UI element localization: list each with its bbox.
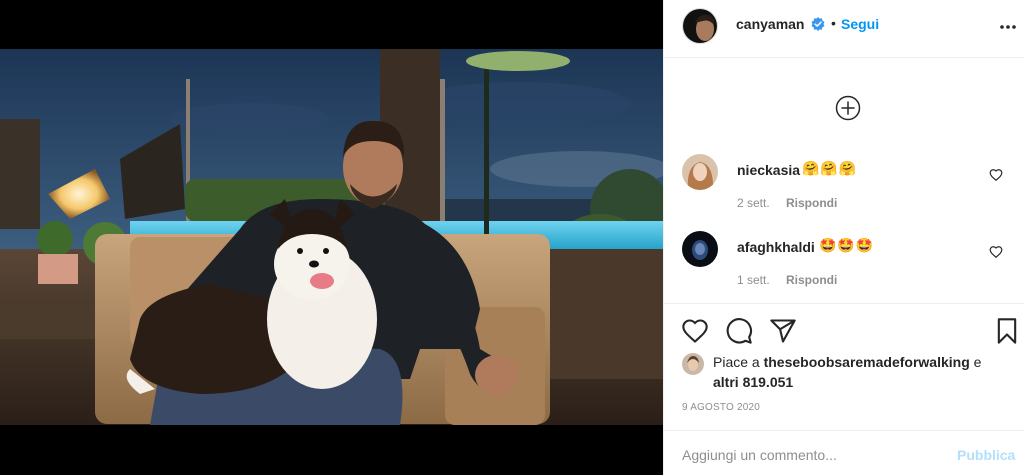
add-comment-bar: Pubblica: [664, 430, 1024, 475]
comment-item: afaghkhaldi 🤩🤩🤩 1 sett. Rispondi: [664, 231, 1024, 301]
publish-button[interactable]: Pubblica: [957, 447, 1015, 463]
comment-like-heart-icon[interactable]: [989, 168, 1003, 182]
comment-avatar[interactable]: [682, 231, 718, 267]
comment-text: 🤩🤩🤩: [819, 237, 875, 253]
likes-text: Piace a theseboobsaremadeforwalking e al…: [713, 352, 1013, 392]
like-heart-icon[interactable]: [681, 317, 709, 345]
liker-avatar[interactable]: [682, 353, 704, 375]
verified-badge-icon: [811, 17, 825, 31]
post-header: canyaman • Segui: [664, 0, 1024, 58]
save-bookmark-icon[interactable]: [993, 317, 1021, 345]
author-username[interactable]: canyaman: [736, 16, 804, 32]
header-separator: •: [831, 15, 836, 31]
comment-item: nieckasia 🤗🤗🤗 2 sett. Rispondi: [664, 154, 1024, 224]
share-send-icon[interactable]: [769, 317, 797, 345]
comment-text: 🤗🤗🤗: [802, 160, 858, 176]
post-sidebar: canyaman • Segui nieckasia 🤗🤗🤗 2 sett. R…: [663, 0, 1024, 475]
post-date[interactable]: 9 AGOSTO 2020: [682, 402, 760, 413]
comment-time[interactable]: 2 sett.: [737, 196, 770, 210]
comment-avatar[interactable]: [682, 154, 718, 190]
likes-summary: Piace a theseboobsaremadeforwalking e al…: [682, 352, 1017, 392]
post-actions: [664, 303, 1024, 353]
comment-username[interactable]: nieckasia: [737, 162, 800, 178]
author-avatar[interactable]: [682, 8, 718, 44]
post-media[interactable]: [0, 0, 663, 475]
comment-username[interactable]: afaghkhaldi: [737, 239, 815, 255]
comment-bubble-icon[interactable]: [725, 317, 753, 345]
reply-button[interactable]: Rispondi: [786, 196, 837, 210]
more-options-icon[interactable]: [998, 20, 1018, 34]
post-photo[interactable]: [0, 49, 663, 425]
liker-username[interactable]: theseboobsaremadeforwalking: [764, 354, 970, 370]
comment-input[interactable]: [682, 445, 952, 465]
likes-prefix: Piace a: [713, 354, 764, 370]
comment-time[interactable]: 1 sett.: [737, 273, 770, 287]
load-more-comments-icon[interactable]: [835, 95, 861, 121]
comment-like-heart-icon[interactable]: [989, 245, 1003, 259]
likes-middle: e: [969, 354, 982, 370]
likes-count-link[interactable]: altri 819.051: [713, 374, 793, 390]
follow-button[interactable]: Segui: [841, 16, 879, 32]
reply-button[interactable]: Rispondi: [786, 273, 837, 287]
